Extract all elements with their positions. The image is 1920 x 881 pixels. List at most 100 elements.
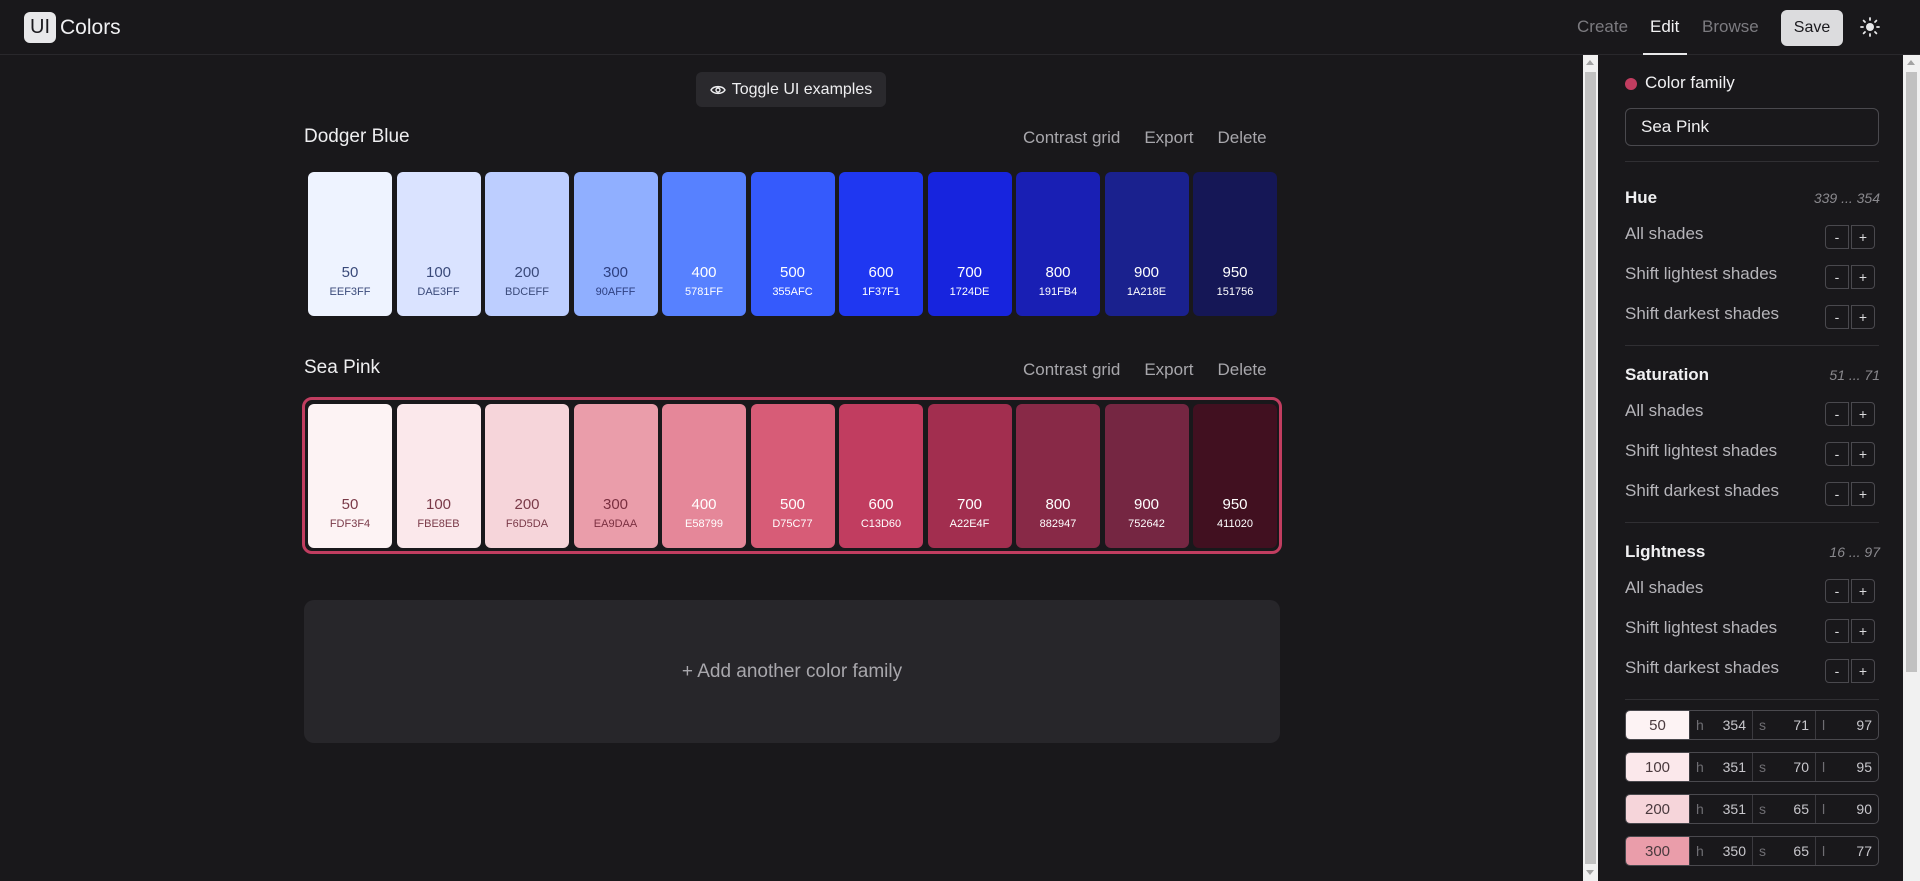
increment-button[interactable]: + (1851, 442, 1875, 466)
swatch-hex-label: D75C77 (772, 518, 813, 530)
color-swatch[interactable]: 700 A22E4F (927, 404, 1012, 548)
divider (1625, 161, 1879, 162)
swatch-row: 50 EEF3FF 100 DAE3FF 200 BDCEFF 300 90AFFF 400 57… (308, 172, 1282, 316)
scrollbar-thumb[interactable] (1585, 72, 1596, 864)
increment-button[interactable]: + (1851, 579, 1875, 603)
decrement-button[interactable]: - (1825, 659, 1849, 683)
scroll-up-arrow-icon[interactable] (1907, 60, 1915, 65)
scroll-down-arrow-icon[interactable] (1586, 870, 1594, 875)
sun-icon[interactable] (1860, 17, 1880, 37)
increment-button[interactable]: + (1851, 402, 1875, 426)
color-swatch[interactable]: 600 1F37F1 (839, 172, 923, 316)
color-swatch[interactable]: 600 C13D60 (839, 404, 923, 548)
s-value: 71 (1793, 717, 1809, 733)
shade-hsl-row: 50 h 354 s 71 l 97 (1625, 710, 1879, 740)
color-swatch[interactable]: 950 411020 (1193, 404, 1277, 548)
s-value-field[interactable]: s 70 (1752, 753, 1815, 781)
color-swatch[interactable]: 700 1724DE (927, 172, 1012, 316)
color-swatch[interactable]: 300 90AFFF (573, 172, 658, 316)
color-swatch[interactable]: 400 5781FF (662, 172, 746, 316)
h-key-label: h (1696, 843, 1704, 859)
increment-button[interactable]: + (1851, 225, 1875, 249)
color-swatch[interactable]: 950 151756 (1193, 172, 1277, 316)
color-swatch[interactable]: 50 EEF3FF (308, 172, 392, 316)
swatch-shade-label: 600 (868, 264, 894, 281)
color-swatch[interactable]: 100 DAE3FF (396, 172, 481, 316)
swatch-hex-label: EA9DAA (593, 518, 638, 530)
shade-swatch[interactable]: 50 (1626, 711, 1689, 739)
increment-button[interactable]: + (1851, 659, 1875, 683)
delete-link[interactable]: Delete (1217, 128, 1266, 148)
h-value-field[interactable]: h 354 (1689, 711, 1752, 739)
color-swatch[interactable]: 200 BDCEFF (485, 172, 569, 316)
h-value-field[interactable]: h 350 (1689, 837, 1752, 865)
color-swatch[interactable]: 50 FDF3F4 (308, 404, 392, 548)
swatch-shade-label: 50 (341, 264, 359, 281)
h-value-field[interactable]: h 351 (1689, 753, 1752, 781)
l-value-field[interactable]: l 97 (1815, 711, 1878, 739)
decrement-button[interactable]: - (1825, 442, 1849, 466)
shade-swatch[interactable]: 300 (1626, 837, 1689, 865)
swatch-shade-label: 50 (341, 496, 359, 513)
l-key-label: l (1822, 717, 1826, 733)
increment-button[interactable]: + (1851, 265, 1875, 289)
nav-create[interactable]: Create (1577, 0, 1628, 54)
swatch-hex-label: 1724DE (949, 286, 990, 298)
decrement-button[interactable]: - (1825, 402, 1849, 426)
swatch-shade-label: 600 (868, 496, 894, 513)
color-swatch[interactable]: 800 882947 (1016, 404, 1100, 548)
color-swatch[interactable]: 900 1A218E (1104, 172, 1189, 316)
color-swatch[interactable]: 800 191FB4 (1016, 172, 1100, 316)
color-swatch[interactable]: 200 F6D5DA (485, 404, 569, 548)
decrement-button[interactable]: - (1825, 305, 1849, 329)
divider (1625, 699, 1879, 700)
shade-swatch[interactable]: 100 (1626, 753, 1689, 781)
increment-button[interactable]: + (1851, 482, 1875, 506)
decrement-button[interactable]: - (1825, 482, 1849, 506)
toggle-ui-examples-button[interactable]: Toggle UI examples (696, 72, 886, 107)
h-value: 351 (1722, 759, 1746, 775)
s-value-field[interactable]: s 65 (1752, 795, 1815, 823)
export-link[interactable]: Export (1144, 128, 1193, 148)
color-swatch[interactable]: 100 FBE8EB (396, 404, 481, 548)
scrollbar-thumb[interactable] (1906, 72, 1917, 672)
nav-browse[interactable]: Browse (1702, 0, 1759, 54)
add-color-family-button[interactable]: + Add another color family (304, 600, 1280, 743)
decrement-button[interactable]: - (1825, 225, 1849, 249)
family-color-dot (1625, 78, 1637, 90)
section-range: 16 ... 97 (1829, 544, 1880, 560)
h-value-field[interactable]: h 351 (1689, 795, 1752, 823)
l-value-field[interactable]: l 77 (1815, 837, 1878, 865)
s-value-field[interactable]: s 65 (1752, 837, 1815, 865)
delete-link[interactable]: Delete (1217, 360, 1266, 380)
color-swatch[interactable]: 500 D75C77 (750, 404, 835, 548)
contrast-grid-link[interactable]: Contrast grid (1023, 360, 1120, 380)
increment-button[interactable]: + (1851, 305, 1875, 329)
edit-sidebar: Color family Sea Pink Hue 339 ... 354 All … (1600, 55, 1920, 881)
contrast-grid-link[interactable]: Contrast grid (1023, 128, 1120, 148)
color-swatch[interactable]: 900 752642 (1104, 404, 1189, 548)
toggle-ui-examples-label: Toggle UI examples (731, 80, 873, 98)
color-swatch[interactable]: 400 E58799 (662, 404, 746, 548)
decrement-button[interactable]: - (1825, 619, 1849, 643)
scroll-up-arrow-icon[interactable] (1586, 60, 1594, 65)
increment-button[interactable]: + (1851, 619, 1875, 643)
swatch-row: 50 FDF3F4 100 FBE8EB 200 F6D5DA 300 EA9DAA 400 E5… (308, 404, 1282, 548)
family-name-input[interactable]: Sea Pink (1625, 108, 1879, 146)
nav-edit[interactable]: Edit (1650, 0, 1679, 54)
save-button[interactable]: Save (1781, 10, 1843, 46)
l-value-field[interactable]: l 95 (1815, 753, 1878, 781)
decrement-button[interactable]: - (1825, 579, 1849, 603)
shade-swatch[interactable]: 200 (1626, 795, 1689, 823)
main-scrollbar[interactable] (1583, 55, 1598, 881)
adjust-stepper: - + (1825, 482, 1875, 506)
l-value-field[interactable]: l 90 (1815, 795, 1878, 823)
sidebar-scrollbar[interactable] (1903, 55, 1920, 881)
color-swatch[interactable]: 300 EA9DAA (573, 404, 658, 548)
adjust-stepper: - + (1825, 442, 1875, 466)
decrement-button[interactable]: - (1825, 265, 1849, 289)
color-swatch[interactable]: 500 355AFC (750, 172, 835, 316)
app-logo[interactable]: UI Colors (24, 12, 121, 43)
export-link[interactable]: Export (1144, 360, 1193, 380)
s-value-field[interactable]: s 71 (1752, 711, 1815, 739)
